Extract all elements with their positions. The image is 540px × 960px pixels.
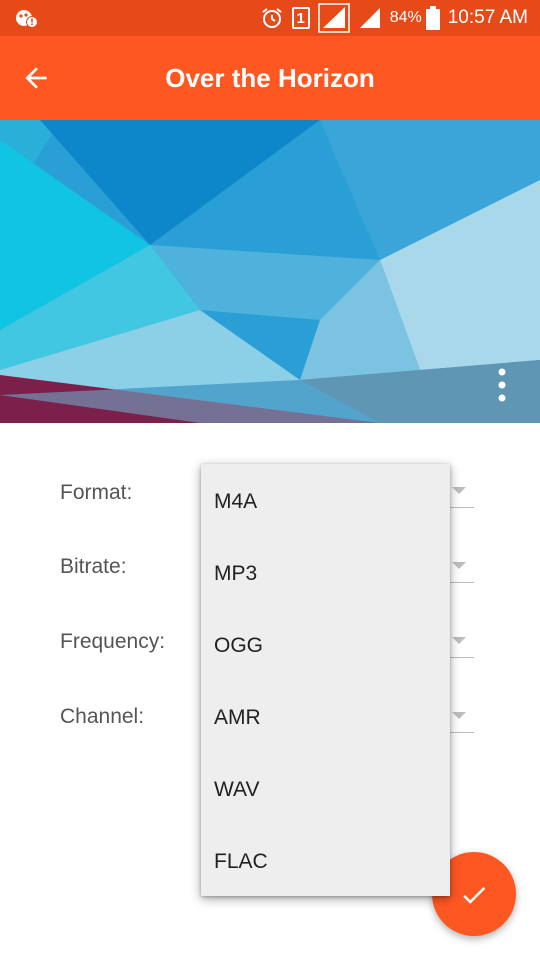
page-title: Over the Horizon: [165, 63, 375, 93]
format-spinner-arrow[interactable]: [452, 487, 466, 494]
more-vert-icon[interactable]: [490, 366, 514, 406]
dropdown-option-amr[interactable]: AMR: [201, 680, 450, 752]
channel-label: Channel:: [60, 705, 145, 728]
notification-icon: [14, 7, 40, 29]
sim-slot-icon: 1: [291, 7, 310, 29]
dropdown-option-m4a[interactable]: M4A: [201, 464, 450, 536]
bitrate-label: Bitrate:: [60, 555, 127, 578]
channel-spinner-arrow[interactable]: [452, 712, 466, 719]
format-label: Format:: [60, 481, 133, 504]
dropdown-option-ogg[interactable]: OGG: [201, 608, 450, 680]
battery-percent: 84%: [389, 9, 422, 26]
app-bar: Over the Horizon: [0, 36, 540, 120]
dropdown-option-flac[interactable]: FLAC: [201, 824, 450, 896]
bitrate-spinner-arrow[interactable]: [452, 562, 466, 569]
signal-icon-2: [359, 8, 380, 28]
arrow-back-icon[interactable]: [20, 62, 52, 94]
dropdown-option-wav[interactable]: WAV: [201, 752, 450, 824]
frequency-label: Frequency:: [60, 630, 166, 653]
status-bar: 1 84% 10:57 AM: [0, 0, 540, 36]
frequency-spinner-arrow[interactable]: [452, 637, 466, 644]
check-icon: [463, 886, 486, 904]
header-image: [0, 120, 540, 423]
alarm-icon: [262, 8, 282, 28]
clock: 10:57 AM: [447, 7, 528, 28]
battery-icon: [425, 6, 440, 30]
signal-icon: [317, 3, 350, 33]
format-dropdown-menu: M4A MP3 OGG AMR WAV FLAC: [201, 464, 450, 896]
dropdown-option-mp3[interactable]: MP3: [201, 536, 450, 608]
